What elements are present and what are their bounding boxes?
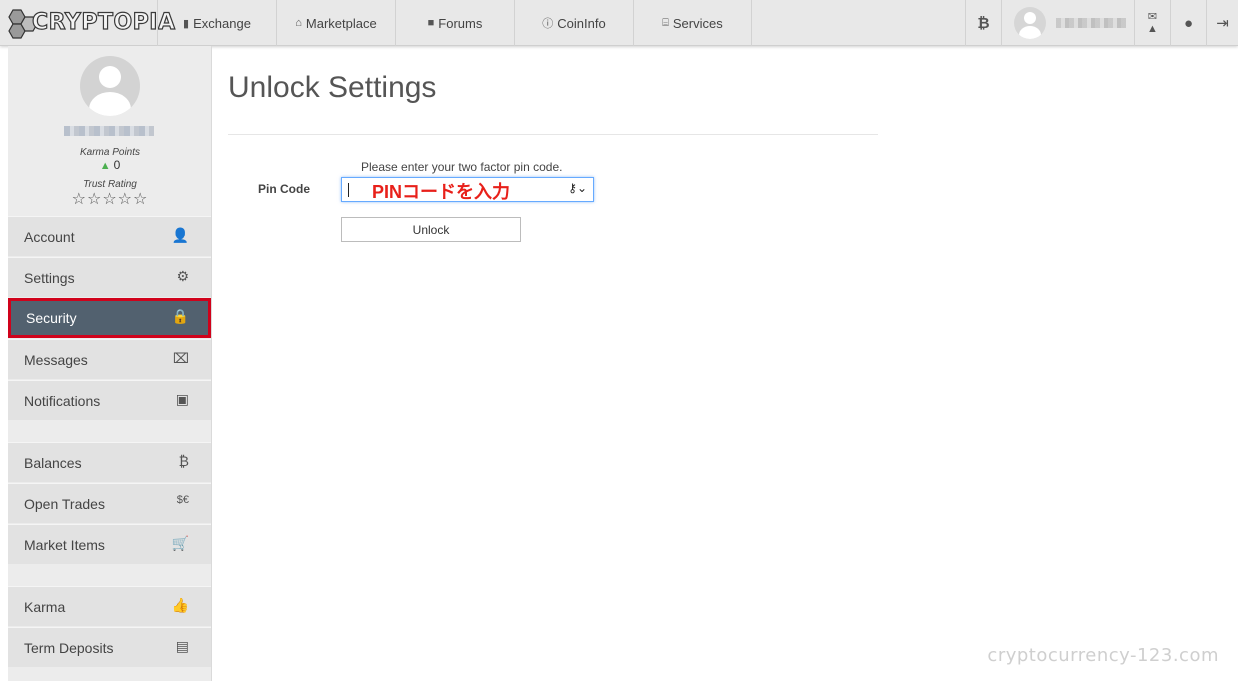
sidebar-item-karma[interactable]: Karma 👍	[8, 586, 211, 626]
profile-username-blurred	[64, 126, 154, 136]
page-title: Unlock Settings	[228, 71, 437, 104]
menu-divider	[8, 421, 211, 442]
cart-icon: ⌂	[295, 17, 302, 29]
sidebar-item-label: Account	[24, 228, 75, 245]
logout-button[interactable]: ⇥	[1206, 0, 1238, 46]
notification-icon: ▣	[175, 391, 189, 407]
lock-icon: 🔒	[171, 308, 189, 324]
karma-points-label: Karma Points	[79, 147, 141, 158]
sidebar-item-label: Balances	[24, 454, 82, 471]
sidebar-item-label: Karma	[24, 598, 66, 615]
cart-icon: 🛒	[171, 535, 189, 551]
sidebar-item-settings[interactable]: Settings ⚙	[8, 257, 211, 297]
watermark: cryptocurrency-123.com	[987, 645, 1219, 666]
sidebar-item-messages[interactable]: Messages ⌧	[8, 339, 211, 379]
top-navbar: CRYPTOPIA ▮ Exchange ⌂ Marketplace ■ For…	[0, 0, 1238, 46]
karma-count: 0	[113, 158, 121, 172]
bitcoin-icon: ₿	[977, 14, 990, 32]
user-menu[interactable]	[1001, 0, 1134, 46]
currency-exchange-icon: $€	[176, 494, 189, 506]
nav-marketplace[interactable]: ⌂ Marketplace	[276, 0, 395, 46]
key-icon[interactable]: ⚷⌄	[568, 181, 587, 195]
sidebar-item-open-trades[interactable]: Open Trades $€	[8, 483, 211, 523]
sidebar-item-balances[interactable]: Balances ₿	[8, 442, 211, 482]
pin-code-label: Pin Code	[258, 182, 311, 196]
profile-avatar	[80, 56, 140, 116]
bitcoin-button[interactable]: ₿	[965, 0, 1001, 46]
username-blurred	[1056, 18, 1126, 28]
sidebar-item-account[interactable]: Account 👤	[8, 216, 211, 256]
pin-code-field[interactable]: PINコードを入力 ⚷⌄	[341, 177, 594, 202]
inbox-icon: ⌧	[172, 350, 189, 366]
nav-coininfo-label: CoinInfo	[557, 15, 606, 31]
pin-code-input[interactable]	[342, 178, 593, 201]
sidebar-item-label: Notifications	[24, 392, 101, 409]
menu-divider	[8, 565, 211, 586]
sidebar-item-label: Security	[26, 310, 77, 326]
sidebar-item-label: Messages	[24, 351, 88, 368]
sidebar-item-market-items[interactable]: Market Items 🛒	[8, 524, 211, 564]
nav-exchange[interactable]: ▮ Exchange	[157, 0, 276, 46]
info-icon: ⓘ	[542, 18, 554, 30]
nav-services-label: Services	[672, 15, 723, 31]
nav-services[interactable]: ⌸ Services	[633, 0, 752, 46]
pin-hint-text: Please enter your two factor pin code.	[361, 160, 563, 174]
messages-alerts-button[interactable]: ✉ ▲	[1134, 0, 1170, 46]
sidebar: Karma Points ▲ 0 Trust Rating ☆☆☆☆☆ Accou…	[8, 46, 212, 681]
sidebar-item-label: Open Trades	[24, 495, 105, 512]
logout-icon: ⇥	[1216, 15, 1229, 32]
logo-wordmark: CRYPTOPIA	[31, 9, 176, 35]
comments-icon: ■	[427, 17, 435, 29]
cryptopia-logo[interactable]: CRYPTOPIA	[0, 0, 176, 46]
nav-coininfo[interactable]: ⓘ CoinInfo	[514, 0, 633, 46]
unlock-button[interactable]: Unlock	[341, 217, 521, 242]
text-caret	[348, 183, 349, 197]
sidebar-item-label: Settings	[24, 269, 75, 286]
sidebar-item-label: Market Items	[24, 536, 105, 553]
nav-exchange-label: Exchange	[193, 15, 251, 31]
nav-marketplace-label: Marketplace	[305, 15, 377, 31]
envelope-icon: ✉	[1147, 11, 1158, 23]
title-divider	[228, 134, 878, 135]
sidebar-item-security[interactable]: Security 🔒	[8, 298, 211, 338]
nav-forums-label: Forums	[438, 15, 483, 31]
sidebar-item-label: Term Deposits	[24, 639, 114, 656]
lightbulb-button[interactable]: ●	[1170, 0, 1206, 46]
thumbs-up-icon: ▲	[99, 160, 111, 172]
chart-icon: ▮	[183, 17, 190, 30]
calculator-icon: ▤	[175, 638, 189, 654]
nav-right: ₿ ✉ ▲ ● ⇥	[965, 0, 1238, 46]
bitcoin-icon: ₿	[178, 453, 189, 469]
lightbulb-icon: ●	[1183, 14, 1194, 32]
thumbs-up-icon: 👍	[171, 597, 189, 613]
karma-points-value: ▲ 0	[8, 158, 212, 172]
profile-card: Karma Points ▲ 0 Trust Rating ☆☆☆☆☆	[8, 46, 211, 216]
avatar	[1014, 7, 1046, 39]
warning-icon: ▲	[1147, 23, 1158, 35]
main-nav: ▮ Exchange ⌂ Marketplace ■ Forums ⓘ Coin…	[157, 0, 752, 46]
sidebar-item-term-deposits[interactable]: Term Deposits ▤	[8, 627, 211, 667]
sidebar-item-notifications[interactable]: Notifications ▣	[8, 380, 211, 420]
bank-icon: ⌸	[662, 16, 669, 29]
user-icon: 👤	[171, 227, 189, 243]
gear-icon: ⚙	[176, 268, 189, 284]
nav-forums[interactable]: ■ Forums	[395, 0, 514, 46]
trust-rating-stars: ☆☆☆☆☆	[71, 191, 149, 208]
